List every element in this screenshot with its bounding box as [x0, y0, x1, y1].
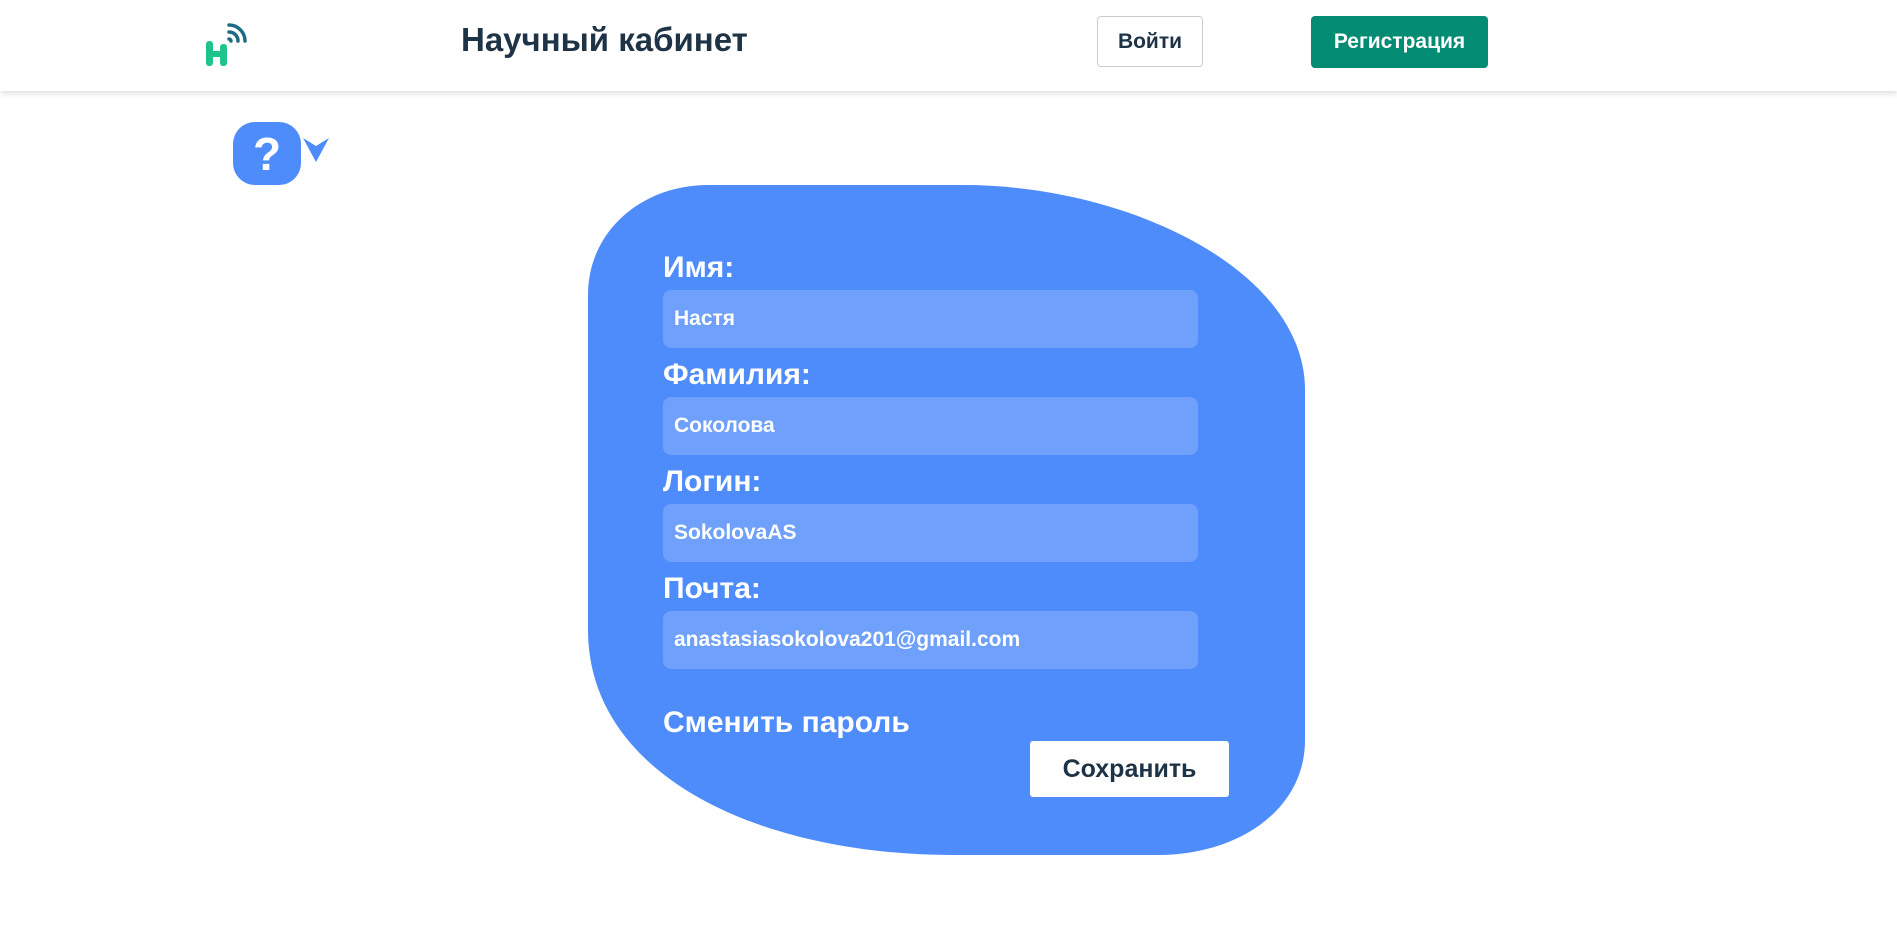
email-label: Почта:: [663, 572, 761, 605]
login-button[interactable]: Войти: [1097, 16, 1203, 67]
top-header: Научный кабинет Войти Регистрация: [0, 0, 1897, 91]
register-button[interactable]: Регистрация: [1311, 16, 1488, 68]
first-name-label: Имя:: [663, 251, 735, 284]
login-label: Логин:: [663, 465, 762, 498]
last-name-label: Фамилия:: [663, 358, 811, 391]
change-password-link[interactable]: Сменить пароль: [663, 705, 910, 741]
h-signal-logo-icon[interactable]: [203, 20, 251, 68]
help-icon[interactable]: ?: [233, 122, 301, 185]
save-button[interactable]: Сохранить: [1030, 741, 1229, 797]
last-name-input[interactable]: [663, 397, 1198, 455]
email-input[interactable]: [663, 611, 1198, 669]
login-input[interactable]: [663, 504, 1198, 562]
first-name-input[interactable]: [663, 290, 1198, 348]
help-widget[interactable]: ?: [233, 122, 333, 186]
chevron-down-icon[interactable]: [302, 136, 330, 164]
site-title: Научный кабинет: [461, 21, 748, 58]
